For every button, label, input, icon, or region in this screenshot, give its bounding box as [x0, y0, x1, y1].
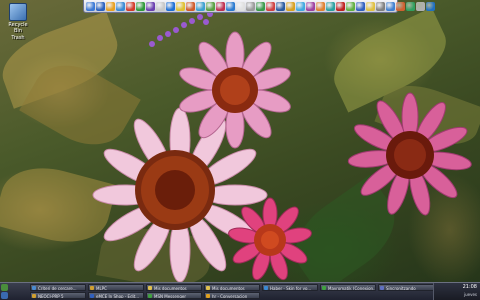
- quick-launch-app-icon[interactable]: [96, 1, 105, 11]
- taskbar-window-button[interactable]: MSN Messenger: [146, 292, 202, 299]
- quick-launch-app-icon[interactable]: [186, 1, 195, 11]
- window-app-icon: [90, 286, 94, 290]
- quick-launch-app-icon[interactable]: [286, 1, 295, 11]
- quick-launch-app-icon[interactable]: [166, 1, 175, 11]
- taskbar-window-button[interactable]: Sincronitzando: [378, 284, 434, 291]
- taskbar-window-button[interactable]: Mis documentos: [204, 284, 260, 291]
- quick-launch-app-icon[interactable]: [116, 1, 125, 11]
- quick-launch-app-icon[interactable]: [346, 1, 355, 11]
- quick-launch-app-icon[interactable]: [396, 1, 405, 11]
- taskbar: Criteri de cercare... MLPC Mis documentos M…: [0, 282, 480, 300]
- quick-launch-app-icon[interactable]: [366, 1, 375, 11]
- quick-launch-app-icon[interactable]: [86, 1, 95, 11]
- taskbar-window-label: NEOCI-PRP 5: [38, 294, 64, 299]
- coneflower-bottom: [225, 195, 315, 282]
- taskbar-window-label: Mis documentos: [212, 286, 245, 291]
- clock[interactable]: 21:08: [463, 284, 477, 290]
- quick-launch-app-icon[interactable]: [146, 1, 155, 11]
- quick-launch-app-icon[interactable]: [336, 1, 345, 11]
- quick-launch-app-icon[interactable]: [126, 1, 135, 11]
- quick-launch-app-icon[interactable]: [256, 1, 265, 11]
- taskbar-window-label: Mavromatik (Conexion...: [328, 286, 376, 291]
- window-app-icon: [322, 286, 326, 290]
- window-app-icon: [32, 294, 36, 298]
- window-app-icon: [148, 294, 152, 298]
- quick-launch-app-icon[interactable]: [326, 1, 335, 11]
- quick-launch-app-icon[interactable]: [266, 1, 275, 11]
- quick-launch-app-icon[interactable]: [426, 1, 435, 11]
- desktop-icon-label: Recycle Bin: [8, 22, 28, 34]
- window-app-icon: [264, 286, 268, 290]
- taskbar-window-label: Haber - Skin for yo...: [270, 286, 312, 291]
- taskbar-window-button[interactable]: Criteri de cercare...: [30, 284, 86, 291]
- recycle-bin-icon: [9, 3, 27, 21]
- date-label: jueves: [463, 292, 477, 297]
- taskbar-window-label: Criteri de cercare...: [38, 286, 77, 291]
- quick-launch-app-icon[interactable]: [206, 1, 215, 11]
- quick-launch-app-icon[interactable]: [176, 1, 185, 11]
- quick-launch-app-icon[interactable]: [276, 1, 285, 11]
- desktop-icon-label-alt: Trash: [11, 35, 25, 41]
- quick-launch-app-icon[interactable]: [316, 1, 325, 11]
- window-app-icon: [206, 294, 210, 298]
- quick-launch-app-icon[interactable]: [156, 1, 165, 11]
- quick-launch-app-icon[interactable]: [226, 1, 235, 11]
- quick-launch-app-icon[interactable]: [246, 1, 255, 11]
- taskbar-window-button[interactable]: hr - Conversacion: [204, 292, 260, 299]
- quick-launch-app-icon[interactable]: [416, 1, 425, 11]
- window-app-icon: [32, 286, 36, 290]
- quick-launch-app-icon[interactable]: [136, 1, 145, 11]
- quick-launch-app-icon[interactable]: [376, 1, 385, 11]
- window-app-icon: [380, 286, 384, 290]
- taskbar-window-button[interactable]: NEOCI-PRP 5: [30, 292, 86, 299]
- quick-launch-app-icon[interactable]: [106, 1, 115, 11]
- taskbar-window-button[interactable]: Mis documentos: [146, 284, 202, 291]
- window-app-icon: [206, 286, 210, 290]
- taskbar-row-2: NEOCI-PRP 5 eMCE In Shop - Edit... MSN Mes…: [0, 292, 480, 300]
- quick-launch-app-icon[interactable]: [196, 1, 205, 11]
- taskbar-window-button[interactable]: Haber - Skin for yo...: [262, 284, 318, 291]
- taskbar-window-button[interactable]: MLPC: [88, 284, 144, 291]
- taskbar-window-button[interactable]: eMCE In Shop - Edit...: [88, 292, 144, 299]
- taskbar-window-label: MSN Messenger: [154, 294, 186, 299]
- taskbar-window-label: Mis documentos: [154, 286, 187, 291]
- quick-launch-app-icon[interactable]: [386, 1, 395, 11]
- coneflower-right: [345, 92, 475, 219]
- quick-launch-app-icon[interactable]: [296, 1, 305, 11]
- system-tray: 21:08 jueves: [433, 283, 480, 300]
- taskbar-window-label: MLPC: [96, 286, 107, 291]
- window-app-icon: [148, 286, 152, 290]
- quick-launch-toolbar: [83, 0, 435, 13]
- taskbar-row-1: Criteri de cercare... MLPC Mis documentos M…: [0, 284, 480, 292]
- taskbar-window-label: eMCE In Shop - Edit...: [96, 294, 140, 299]
- start-button[interactable]: [1, 284, 8, 291]
- quick-launch-app-icon[interactable]: [406, 1, 415, 11]
- quick-launch-app-icon[interactable]: [306, 1, 315, 11]
- quick-launch-app-icon[interactable]: [356, 1, 365, 11]
- taskbar-window-button[interactable]: Mavromatik (Conexion...: [320, 284, 376, 291]
- window-app-icon: [90, 294, 94, 298]
- desktop-icon-recycle-bin[interactable]: Recycle Bin Trash: [4, 3, 32, 41]
- taskbar-window-label: Sincronitzando: [386, 286, 416, 291]
- quick-launch-app-icon[interactable]: [216, 1, 225, 11]
- taskbar-window-label: hr - Conversacion: [212, 294, 248, 299]
- quick-launch-app-icon[interactable]: [236, 1, 245, 11]
- show-desktop-icon[interactable]: [1, 292, 8, 299]
- lavender-sprig: [140, 8, 220, 57]
- desktop-wallpaper: Recycle Bin Trash: [0, 0, 480, 282]
